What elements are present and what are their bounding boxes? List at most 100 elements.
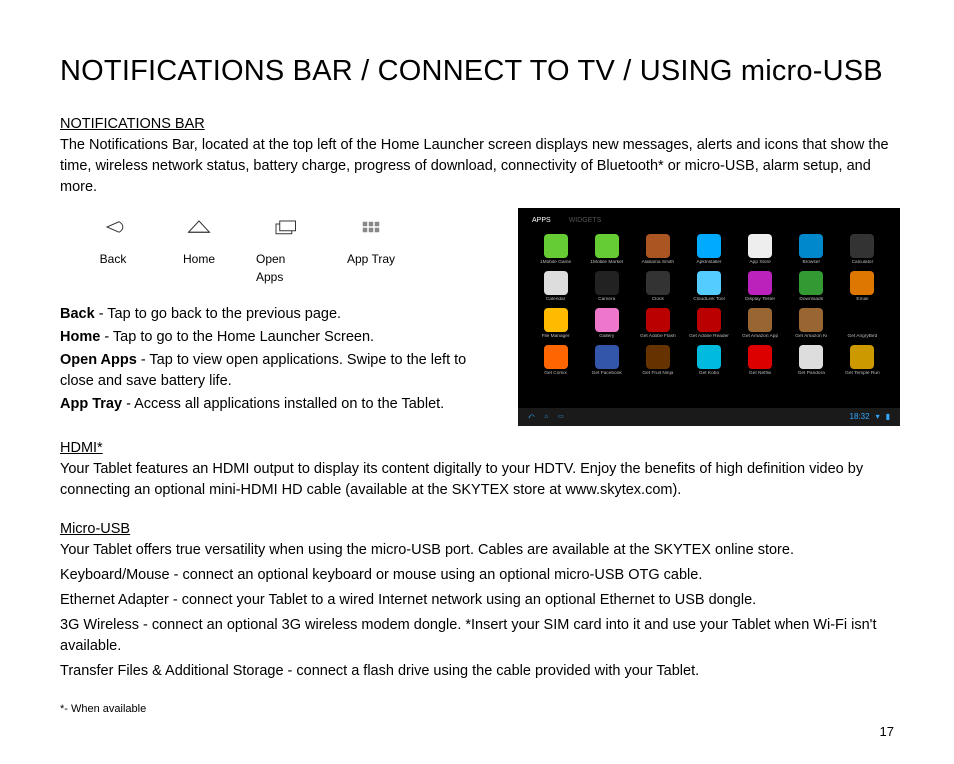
notif-body: The Notifications Bar, located at the to… <box>60 135 894 198</box>
page-number: 17 <box>880 723 894 742</box>
app-item: Browser <box>790 234 833 267</box>
app-label: Display Tester <box>740 297 780 304</box>
app-label: Camera <box>587 297 627 304</box>
home-icon <box>184 216 214 245</box>
usb-l5: Transfer Files & Additional Storage - co… <box>60 661 894 682</box>
app-item: Downloads <box>790 271 833 304</box>
nav-app-tray: App Tray <box>342 216 400 286</box>
nav-icon-row: Back Home Open Apps <box>84 216 500 286</box>
app-icon <box>799 345 823 369</box>
app-icon <box>646 345 670 369</box>
usb-l1: Your Tablet offers true versatility when… <box>60 540 894 561</box>
app-item: Get Pandora <box>790 345 833 378</box>
app-label: Get Amazon Ki <box>791 334 831 341</box>
open-apps-icon <box>270 216 300 245</box>
app-icon <box>697 308 721 332</box>
app-item: Camera <box>585 271 628 304</box>
left-column: Back Home Open Apps <box>60 208 500 426</box>
tablet-screenshot: APPS WIDGETS 1Mobile Game1Mobile MarketA… <box>518 208 900 426</box>
app-item: App Store <box>739 234 782 267</box>
app-icon <box>544 345 568 369</box>
desc-home: Home - Tap to go to the Home Launcher Sc… <box>60 327 500 348</box>
app-item: Get Kobo <box>687 345 730 378</box>
desc-open: Open Apps - Tap to view open application… <box>60 350 500 392</box>
app-label: Get Kobo <box>689 371 729 378</box>
app-label: Browser <box>791 260 831 267</box>
app-label: Get Netflix <box>740 371 780 378</box>
app-icon <box>646 308 670 332</box>
app-label: Get Comix <box>536 371 576 378</box>
app-item: Get Facebook <box>585 345 628 378</box>
app-item: CloudLink Tool <box>687 271 730 304</box>
app-icon <box>748 308 772 332</box>
app-icon <box>748 271 772 295</box>
hdmi-heading: HDMI* <box>60 438 894 459</box>
app-label: Downloads <box>791 297 831 304</box>
sb-recent-icon: ▭ <box>558 413 564 422</box>
sb-back-icon: ⤺ <box>528 413 534 422</box>
tab-apps: APPS <box>528 214 555 228</box>
app-label: Get Adobe Reader <box>689 334 729 341</box>
app-item: Alabama Smith <box>636 234 679 267</box>
app-label: Get Fruit Ninja <box>638 371 678 378</box>
app-icon <box>697 345 721 369</box>
app-icon <box>544 234 568 258</box>
app-item: File Manager <box>534 308 577 341</box>
hdmi-body: Your Tablet features an HDMI output to d… <box>60 459 894 501</box>
app-item: Get Temple Run <box>841 345 884 378</box>
app-item: Get Amazon App <box>739 308 782 341</box>
app-icon <box>850 271 874 295</box>
app-label: Email <box>842 297 882 304</box>
app-icon <box>697 234 721 258</box>
app-label: 1Mobile Game <box>536 260 576 267</box>
app-icon <box>544 308 568 332</box>
app-label: Get Amazon App <box>740 334 780 341</box>
footnote: *- When available <box>60 702 894 718</box>
app-label: 1Mobile Market <box>587 260 627 267</box>
app-label: App Store <box>740 260 780 267</box>
usb-l4: 3G Wireless - connect an optional 3G wir… <box>60 615 894 657</box>
app-label: Get Pandora <box>791 371 831 378</box>
app-icon <box>595 234 619 258</box>
app-item: 1Mobile Game <box>534 234 577 267</box>
sb-wifi-icon: ▾ <box>876 411 880 423</box>
app-item: Get AngryBird <box>841 308 884 341</box>
app-label: Alabama Smith <box>638 260 678 267</box>
app-item: Get Fruit Ninja <box>636 345 679 378</box>
app-grid: 1Mobile Game 1Mobile Market Alabama Smith A… <box>528 234 890 378</box>
app-icon <box>850 308 874 332</box>
app-icon <box>646 271 670 295</box>
app-item: Calendar <box>534 271 577 304</box>
nav-home: Home <box>170 216 228 286</box>
nav-back-label: Back <box>100 251 127 268</box>
nav-open-apps: Open Apps <box>256 216 314 286</box>
app-icon <box>748 345 772 369</box>
page-title: NOTIFICATIONS BAR / CONNECT TO TV / USIN… <box>60 50 894 92</box>
app-icon <box>646 234 670 258</box>
nav-home-label: Home <box>183 251 215 268</box>
app-label: CloudLink Tool <box>689 297 729 304</box>
app-icon <box>799 234 823 258</box>
app-icon <box>595 345 619 369</box>
app-label: ApkInstaller <box>689 260 729 267</box>
app-label: Get AngryBird <box>842 334 882 341</box>
app-label: Gallery <box>587 334 627 341</box>
nav-app-tray-label: App Tray <box>347 251 395 268</box>
sb-battery-icon: ▮ <box>886 411 890 423</box>
app-icon <box>748 234 772 258</box>
desc-tray: App Tray - Access all applications insta… <box>60 394 500 415</box>
app-item: Calculator <box>841 234 884 267</box>
usb-heading: Micro-USB <box>60 519 894 540</box>
app-label: Calculator <box>842 260 882 267</box>
app-label: Get Facebook <box>587 371 627 378</box>
nav-back: Back <box>84 216 142 286</box>
sb-time: 18:32 <box>850 411 870 423</box>
app-label: Get Adobe Flash <box>638 334 678 341</box>
app-item: Get Adobe Flash <box>636 308 679 341</box>
app-icon <box>799 271 823 295</box>
app-item: Clock <box>636 271 679 304</box>
back-icon <box>98 216 128 245</box>
app-tray-icon <box>356 216 386 245</box>
app-item: 1Mobile Market <box>585 234 628 267</box>
status-bar: ⤺ ⌂ ▭ 18:32 ▾ ▮ <box>518 408 900 426</box>
